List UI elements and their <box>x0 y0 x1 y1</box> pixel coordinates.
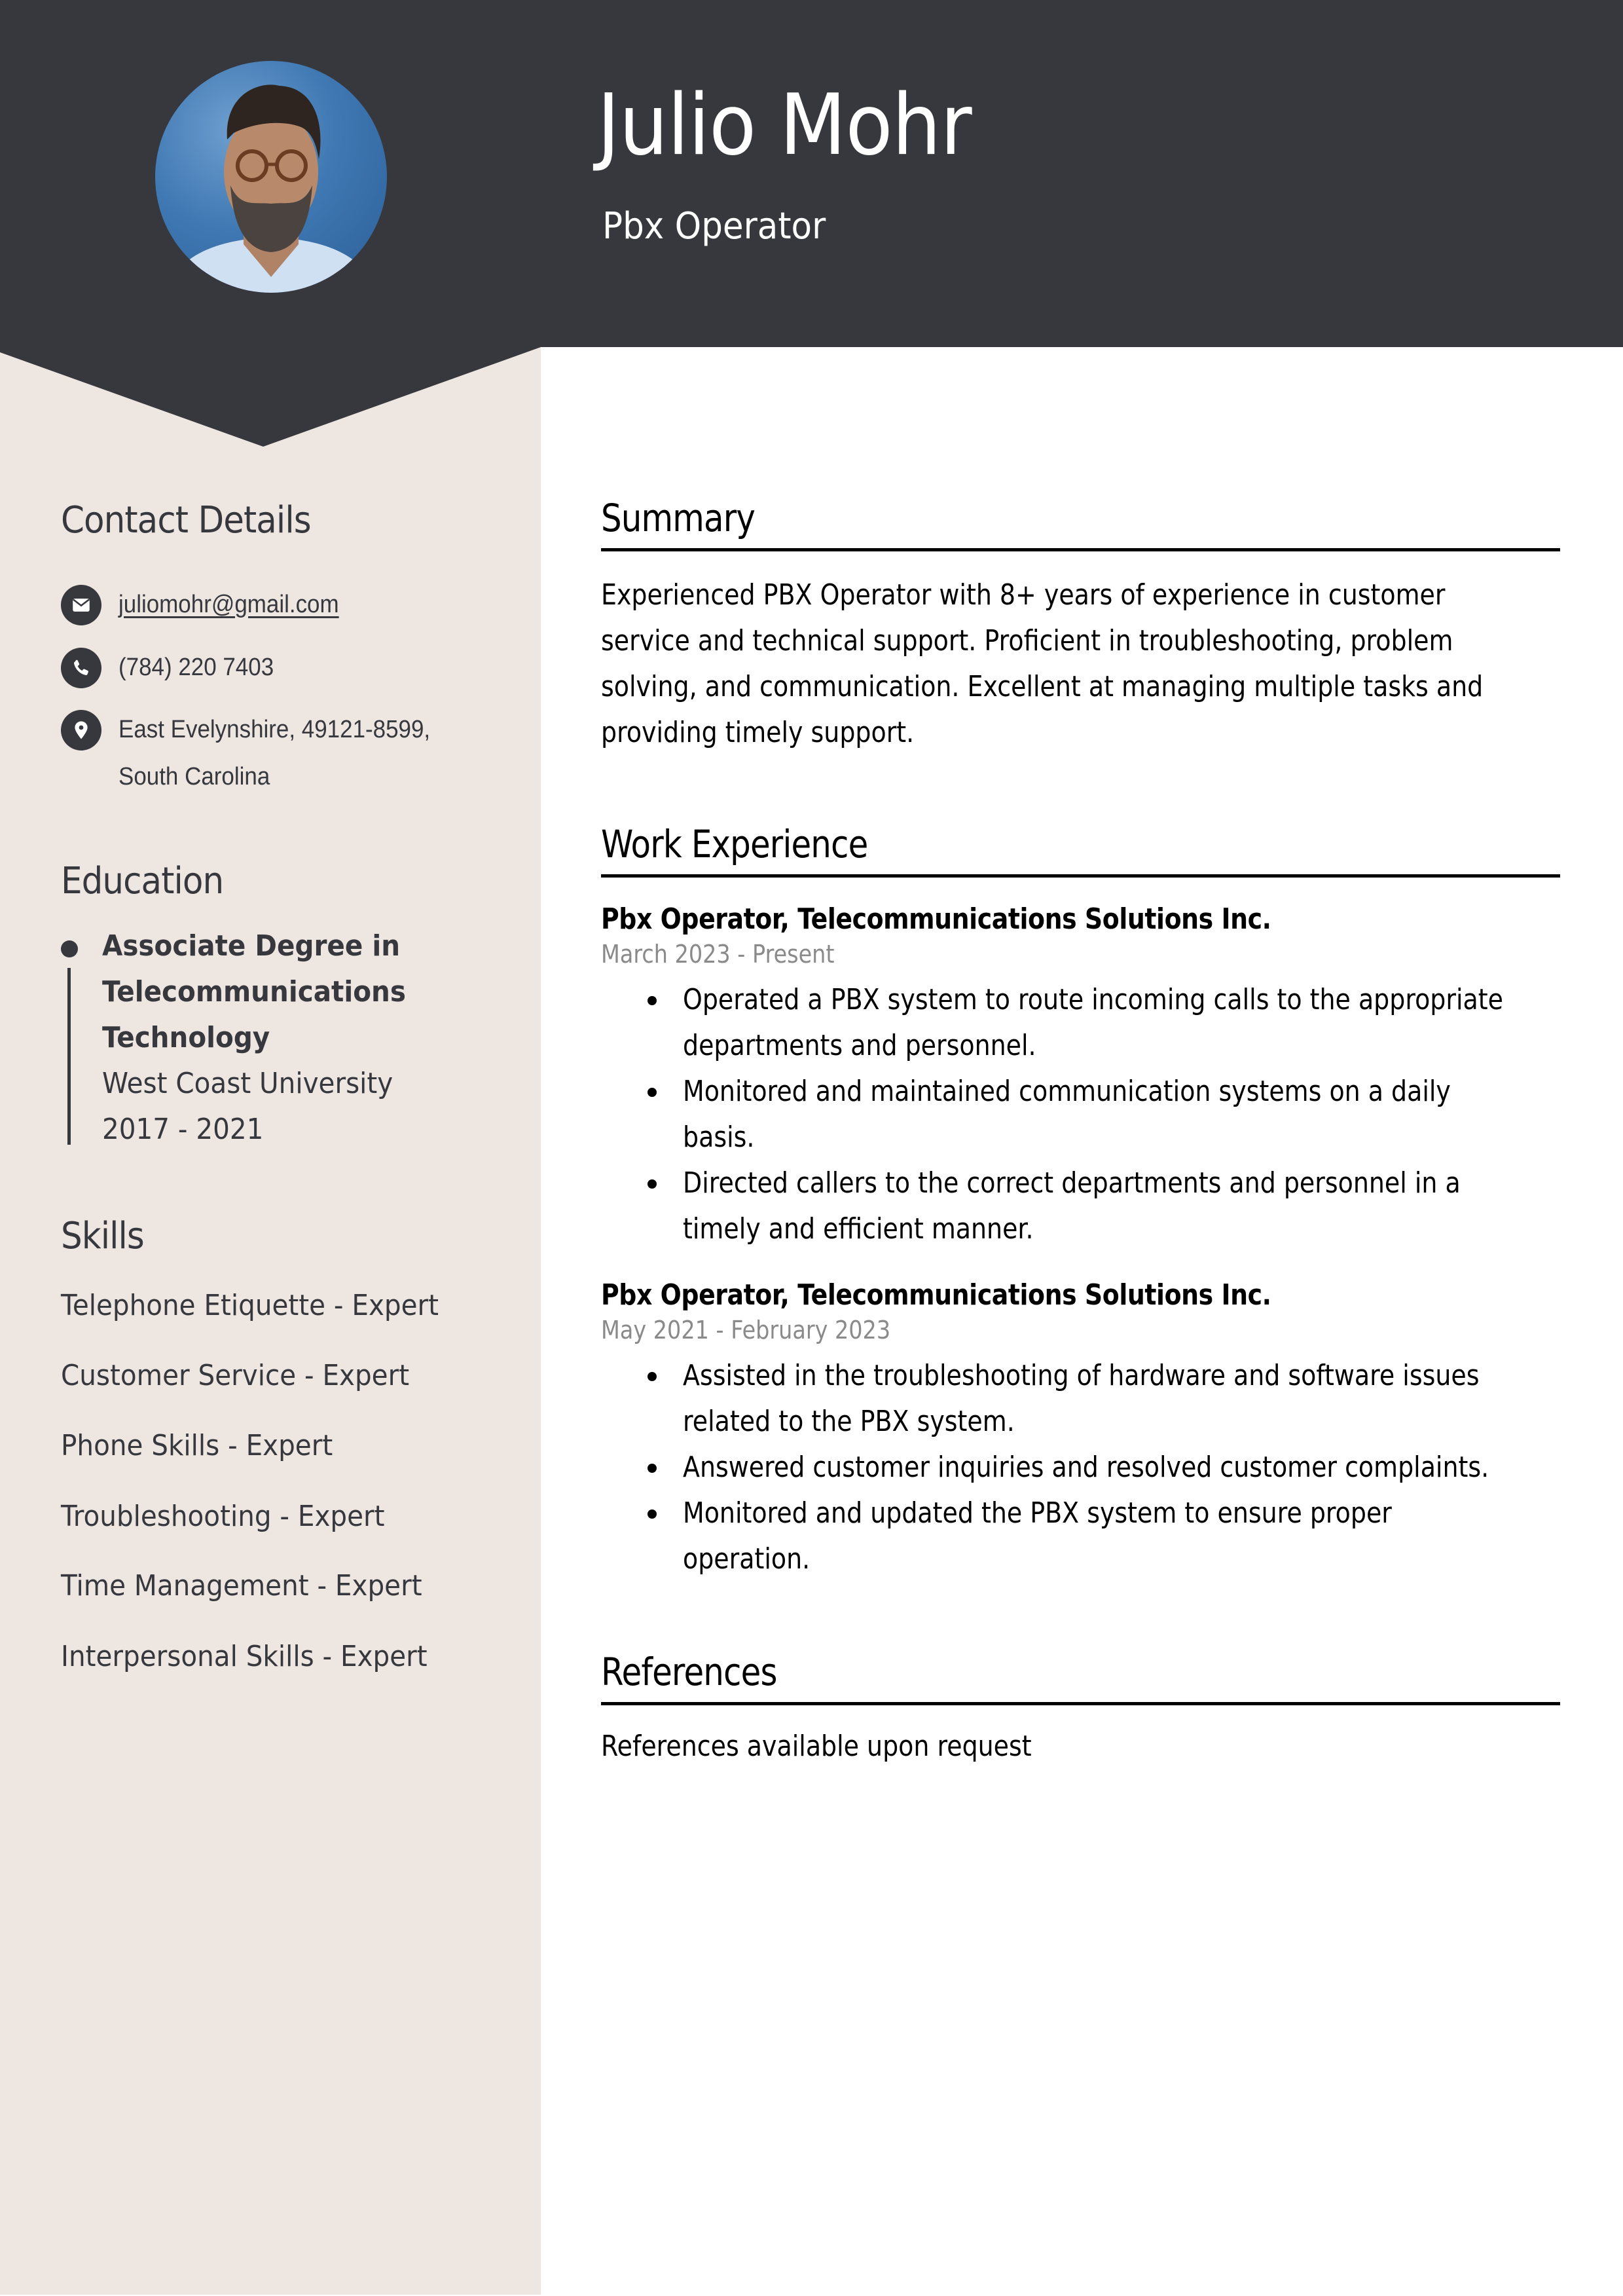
contact-address-row: East Evelynshire, 49121-8599, South Caro… <box>61 710 458 800</box>
envelope-icon <box>61 585 101 625</box>
job-dates: May 2021 - February 2023 <box>601 1316 891 1344</box>
job-entry: Pbx Operator, Telecommunications Solutio… <box>601 1278 1380 1344</box>
skill-item: Interpersonal Skills - Expert <box>61 1640 428 1673</box>
bullet-line: Directed callers to the correct departme… <box>683 1166 1461 1200</box>
job-bullets: Operated a PBX system to route incoming … <box>601 977 1560 1252</box>
job-dates: March 2023 - Present <box>601 940 835 969</box>
education-years: 2017 - 2021 <box>102 1113 264 1146</box>
education-degree-line-2: Telecommunications <box>102 975 406 1009</box>
contact-email-row[interactable]: juliomohr@gmail.com <box>61 585 358 628</box>
job-title-company: Pbx Operator, Telecommunications Solutio… <box>601 902 1271 936</box>
education-heading: Education <box>61 860 224 902</box>
summary-divider <box>601 548 1560 551</box>
skill-item: Customer Service - Expert <box>61 1359 410 1392</box>
bullet-icon <box>647 996 657 1005</box>
bullet-line: Operated a PBX system to route incoming … <box>683 983 1503 1016</box>
bullet-line: departments and personnel. <box>683 1029 1036 1062</box>
contact-details-heading: Contact Details <box>61 499 312 542</box>
profile-photo <box>155 61 387 293</box>
bullet-line: operation. <box>683 1542 811 1576</box>
education-entry: Associate Degree in Telecommunications T… <box>102 923 521 1153</box>
phone-icon <box>61 648 101 688</box>
bullet-line: Monitored and updated the PBX system to … <box>683 1496 1392 1530</box>
bullet-line: timely and efficient manner. <box>683 1212 1034 1246</box>
work-experience-section: Work Experience Pbx Operator, Telecommun… <box>601 822 1560 1576</box>
bullet-line: basis. <box>683 1120 755 1154</box>
bullet-icon <box>647 1179 657 1189</box>
bullet-line: related to the PBX system. <box>683 1405 1015 1438</box>
skills-heading: Skills <box>61 1215 145 1257</box>
skill-item: Phone Skills - Expert <box>61 1429 333 1462</box>
skill-item: Time Management - Expert <box>61 1569 422 1602</box>
candidate-job-title: Pbx Operator <box>602 205 826 248</box>
job-bullets: Assisted in the troubleshooting of hardw… <box>601 1353 1560 1582</box>
candidate-name: Julio Mohr <box>597 77 972 174</box>
education-degree-line-3: Technology <box>102 1021 270 1054</box>
skill-item: Troubleshooting - Expert <box>61 1500 385 1533</box>
summary-line: Experienced PBX Operator with 8+ years o… <box>601 578 1446 612</box>
job-bullet: Answered customer inquiries and resolved… <box>601 1445 1560 1491</box>
summary-text: Experienced PBX Operator with 8+ years o… <box>601 572 1623 756</box>
timeline-line <box>67 968 71 1145</box>
job-bullet: Monitored and updated the PBX system to … <box>601 1491 1560 1582</box>
contact-phone-text: (784) 220 7403 <box>119 654 274 681</box>
contact-address-line-1: East Evelynshire, 49121-8599, <box>119 716 431 743</box>
references-section: References References available upon req… <box>601 1650 1560 1763</box>
bullet-line: Assisted in the troubleshooting of hardw… <box>683 1359 1480 1392</box>
job-entry: Pbx Operator, Telecommunications Solutio… <box>601 905 1380 967</box>
work-experience-heading: Work Experience <box>601 822 868 866</box>
skill-item: Telephone Etiquette - Expert <box>61 1289 439 1322</box>
contact-email-link[interactable]: juliomohr@gmail.com <box>119 581 339 628</box>
summary-section: Summary Experienced PBX Operator with 8+… <box>601 496 1560 749</box>
portrait-illustration <box>173 84 369 293</box>
map-pin-icon <box>61 710 101 750</box>
job-bullet: Assisted in the troubleshooting of hardw… <box>601 1353 1560 1445</box>
work-experience-divider <box>601 874 1560 878</box>
bullet-icon <box>647 1372 657 1381</box>
references-text: References available upon request <box>601 1730 1032 1763</box>
summary-line: providing timely support. <box>601 716 915 749</box>
bullet-line: Answered customer inquiries and resolved… <box>683 1451 1489 1484</box>
references-heading: References <box>601 1650 777 1694</box>
summary-line: service and technical support. Proficien… <box>601 624 1453 657</box>
references-divider <box>601 1702 1560 1705</box>
job-bullet: Operated a PBX system to route incoming … <box>601 977 1560 1069</box>
timeline-dot-icon <box>61 940 78 957</box>
education-degree-line-1: Associate Degree in <box>102 929 401 963</box>
contact-address-line-2: South Carolina <box>119 763 270 790</box>
contact-phone-row: (784) 220 7403 <box>61 648 287 691</box>
job-bullet: Monitored and maintained communication s… <box>601 1069 1560 1160</box>
bullet-icon <box>647 1509 657 1519</box>
summary-heading: Summary <box>601 496 756 540</box>
bullet-line: Monitored and maintained communication s… <box>683 1075 1451 1108</box>
summary-line: solving, and communication. Excellent at… <box>601 670 1484 703</box>
bullet-icon <box>647 1088 657 1097</box>
education-school: West Coast University <box>102 1067 393 1100</box>
job-bullet: Directed callers to the correct departme… <box>601 1160 1560 1252</box>
job-title-company: Pbx Operator, Telecommunications Solutio… <box>601 1278 1271 1312</box>
bullet-icon <box>647 1464 657 1473</box>
